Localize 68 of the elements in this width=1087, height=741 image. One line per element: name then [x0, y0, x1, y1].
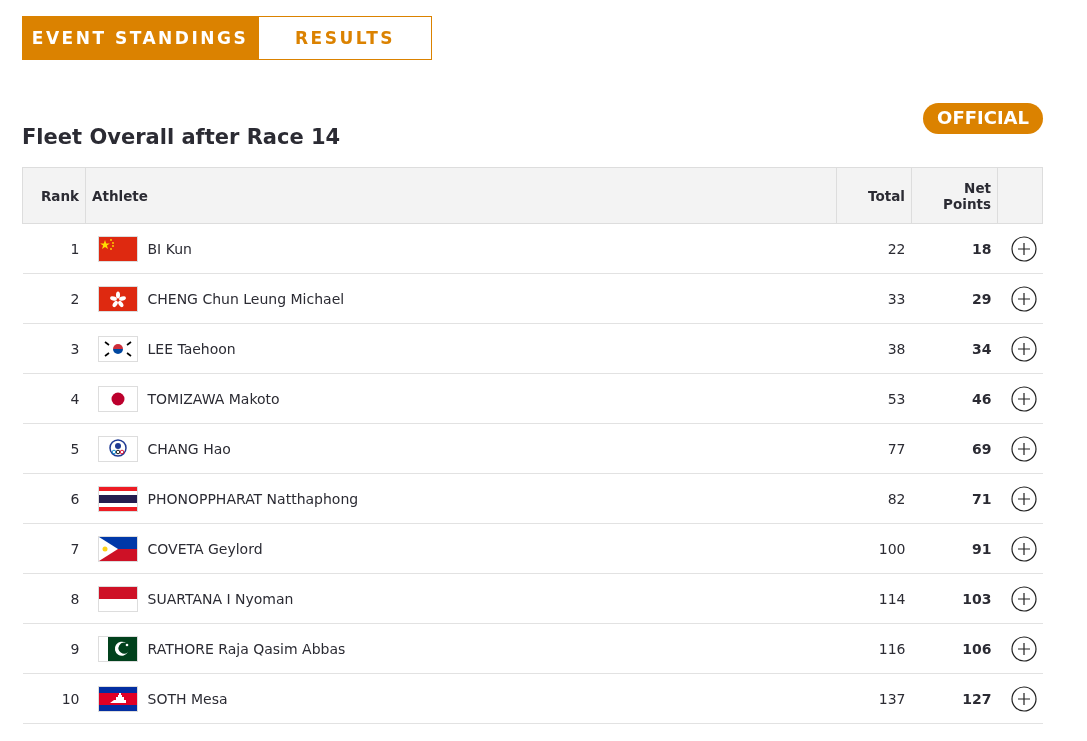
total-points: 137: [878, 690, 906, 707]
athlete-name: SUARTANA I Nyoman: [147, 590, 294, 607]
column-header: Net Points: [943, 179, 991, 212]
expand-icon[interactable]: [1010, 535, 1037, 562]
total-points: 53: [887, 390, 906, 407]
flag-icon: [97, 585, 138, 612]
column-header: Rank: [40, 187, 79, 204]
expand-icon[interactable]: [1010, 685, 1037, 712]
expand-icon[interactable]: [1010, 335, 1037, 362]
flag-icon: [97, 285, 138, 312]
athlete-name: SOTH Mesa: [147, 690, 228, 707]
expand-icon[interactable]: [1010, 235, 1037, 262]
rank-text: 4: [70, 390, 80, 407]
expand-icon[interactable]: [1010, 485, 1037, 512]
athlete-name: CHENG Chun Leung Michael: [147, 290, 345, 307]
total-points: 22: [887, 240, 906, 257]
athlete-name: TOMIZAWA Makoto: [147, 390, 280, 407]
expand-icon[interactable]: [1010, 635, 1037, 662]
net-points: 91: [972, 540, 992, 557]
net-points: 29: [972, 290, 992, 307]
expand-icon[interactable]: [1010, 585, 1037, 612]
athlete-name: LEE Taehoon: [147, 340, 236, 357]
flag-icon: [97, 485, 138, 512]
net-points: 127: [962, 690, 992, 707]
flag-icon: [97, 535, 138, 562]
column-header: Total: [868, 187, 905, 204]
net-points: 106: [962, 640, 992, 657]
net-points: 46: [972, 390, 992, 407]
expand-icon[interactable]: [1010, 435, 1037, 462]
total-points: 116: [878, 640, 906, 657]
rank-text: 8: [70, 590, 80, 607]
athlete-name: COVETA Geylord: [147, 540, 263, 557]
net-points: 103: [962, 590, 992, 607]
total-points: 114: [878, 590, 906, 607]
rank-text: 1: [70, 240, 80, 257]
flag-icon: [97, 385, 138, 412]
flag-icon: [97, 235, 138, 262]
athlete-name: PHONOPPHARAT Natthaphong: [147, 490, 359, 507]
total-points: 38: [887, 340, 906, 357]
total-points: 82: [887, 490, 906, 507]
total-points: 77: [887, 440, 906, 457]
net-points: 69: [972, 440, 992, 457]
expand-icon[interactable]: [1010, 385, 1037, 412]
column-header: Athlete: [92, 187, 148, 204]
net-points: 18: [972, 240, 992, 257]
total-points: 100: [878, 540, 906, 557]
rank-text: 10: [61, 690, 80, 707]
total-points: 33: [887, 290, 906, 307]
tab[interactable]: RESULTS: [258, 16, 432, 60]
rank-text: 9: [70, 640, 80, 657]
athlete-name: CHANG Hao: [147, 440, 231, 457]
standings-title: Fleet Overall after Race 14: [22, 125, 341, 149]
net-points: 71: [972, 490, 992, 507]
rank-text: 7: [70, 540, 80, 557]
expand-icon[interactable]: [1010, 285, 1037, 312]
flag-icon: [97, 635, 138, 662]
rank-text: 3: [70, 340, 80, 357]
status-badge: OFFICIAL: [923, 103, 1043, 134]
rank-text: 5: [70, 440, 80, 457]
athlete-name: RATHORE Raja Qasim Abbas: [147, 640, 346, 657]
net-points: 34: [972, 340, 992, 357]
athlete-name: BI Kun: [147, 240, 192, 257]
rank-text: 2: [70, 290, 80, 307]
rank-text: 6: [70, 490, 80, 507]
tab[interactable]: EVENT STANDINGS: [22, 16, 258, 60]
flag-icon: [97, 335, 138, 362]
flag-icon: [97, 435, 138, 462]
flag-icon: [97, 685, 138, 712]
